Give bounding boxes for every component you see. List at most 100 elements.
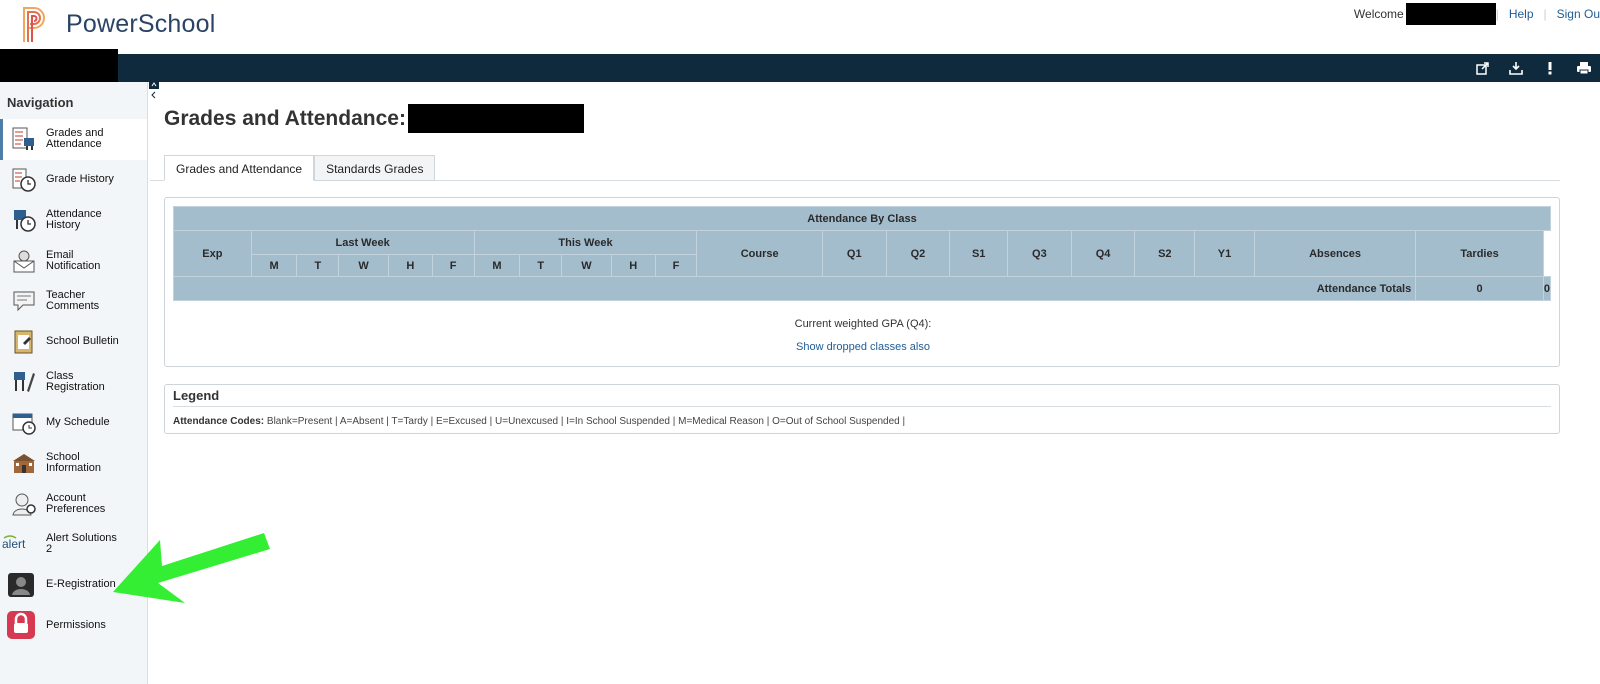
registration-icon: [10, 368, 38, 396]
sidebar-navigation: Navigation Grades and Attendance Grade H…: [0, 82, 148, 684]
brand-name: PowerSchool: [66, 9, 216, 38]
day-header: W: [561, 254, 612, 277]
user-links: Welcome | Help | Sign Ou: [1354, 2, 1600, 26]
nav-item-alert-solutions[interactable]: alert Alert Solutions 2: [0, 524, 147, 565]
day-header: H: [610, 254, 656, 277]
alert-logo-icon: alert: [2, 530, 38, 558]
nav-item-label: Attendance History: [46, 208, 102, 232]
attendance-codes-label: Attendance Codes:: [173, 416, 265, 427]
page-title-text: Grades and Attendance:: [164, 106, 406, 130]
nav-item-label: Email Notification: [46, 248, 101, 272]
col-absences: Absences: [1253, 230, 1417, 277]
attendance-table: Attendance By Class Exp Last Week This W…: [172, 206, 1552, 301]
top-toolbar: [0, 54, 1600, 82]
nav-item-label: Grades and Attendance: [46, 127, 104, 151]
nav-item-label: My Schedule: [46, 416, 110, 429]
print-icon[interactable]: [1574, 58, 1594, 78]
nav-item-e-registration[interactable]: E-Registration: [0, 565, 147, 606]
redacted-student-name: [407, 104, 584, 133]
external-link-icon[interactable]: [1472, 58, 1492, 78]
attendance-codes-text: Blank=Present | A=Absent | T=Tardy | E=E…: [266, 416, 906, 427]
col-q1: Q1: [821, 230, 887, 277]
attendance-panel: Attendance By Class Exp Last Week This W…: [164, 197, 1560, 367]
grades-icon: [10, 125, 38, 153]
download-icon[interactable]: [1506, 58, 1526, 78]
day-header: H: [387, 254, 433, 277]
toolbar-icons: [1472, 58, 1594, 78]
collapse-sidebar-icon[interactable]: [148, 80, 160, 100]
welcome-text: Welcome: [1353, 7, 1404, 21]
powerschool-logo[interactable]: PowerSchool: [20, 4, 216, 44]
col-course: Course: [696, 230, 823, 277]
col-exp: Exp: [173, 230, 252, 277]
lock-icon: [4, 611, 38, 640]
nav-item-label: School Bulletin: [46, 335, 119, 348]
weighted-gpa-label: Current weighted GPA (Q4):: [794, 318, 932, 330]
attendance-codes: Attendance Codes: Blank=Present | A=Abse…: [173, 416, 905, 427]
legend-panel: Legend Attendance Codes: Blank=Present |…: [164, 384, 1560, 434]
redacted-username: [1405, 3, 1496, 25]
col-s1: S1: [949, 230, 1009, 277]
grade-history-icon: [10, 166, 38, 194]
tab-grades-and-attendance[interactable]: Grades and Attendance: [164, 155, 315, 181]
show-dropped-classes-link[interactable]: Show dropped classes also: [165, 341, 1561, 353]
day-header: T: [296, 254, 340, 277]
school-icon: [10, 449, 38, 477]
table-caption: Attendance By Class: [173, 206, 1551, 231]
nav-item-label: Grade History: [46, 173, 114, 186]
day-header: M: [473, 254, 521, 277]
tab-standards-grades[interactable]: Standards Grades: [314, 155, 436, 181]
col-s2: S2: [1134, 230, 1196, 277]
powerschool-logo-icon: [23, 7, 45, 42]
tab-bar: Grades and Attendance Standards Grades: [164, 155, 436, 181]
day-header: W: [338, 254, 389, 277]
attendance-history-icon: [10, 206, 38, 234]
help-link[interactable]: Help: [1499, 7, 1544, 21]
page-title: Grades and Attendance:: [164, 104, 584, 133]
legend-title: Legend: [173, 388, 220, 403]
nav-item-grades-and-attendance[interactable]: Grades and Attendance: [0, 119, 147, 160]
nav-item-label: E-Registration: [46, 578, 116, 591]
divider: [173, 406, 1551, 407]
day-header: T: [519, 254, 563, 277]
sign-out-link[interactable]: Sign Ou: [1547, 7, 1600, 21]
nav-item-label: Class Registration: [46, 370, 105, 394]
day-header: F: [654, 254, 698, 277]
header: PowerSchool Welcome | Help | Sign Ou: [0, 0, 1600, 52]
bulletin-icon: [10, 328, 38, 356]
total-tardies[interactable]: 0: [1542, 276, 1552, 301]
account-icon: [10, 490, 38, 518]
nav-item-teacher-comments[interactable]: Teacher Comments: [0, 281, 147, 322]
nav-item-attendance-history[interactable]: Attendance History: [0, 200, 147, 241]
email-icon: [10, 247, 38, 275]
col-last-week: Last Week: [250, 230, 475, 255]
col-this-week: This Week: [473, 230, 698, 255]
col-q4: Q4: [1070, 230, 1136, 277]
total-absences[interactable]: 0: [1415, 276, 1544, 301]
navigation-title: Navigation: [7, 95, 74, 110]
nav-item-label: Account Preferences: [46, 491, 106, 515]
nav-item-label: Permissions: [46, 618, 106, 631]
col-q2: Q2: [885, 230, 951, 277]
col-y1: Y1: [1194, 230, 1255, 277]
nav-item-permissions[interactable]: Permissions: [0, 605, 147, 646]
col-q3: Q3: [1007, 230, 1072, 277]
nav-item-school-bulletin[interactable]: School Bulletin: [0, 322, 147, 363]
nav-item-school-information[interactable]: School Information: [0, 443, 147, 484]
e-registration-icon: [4, 571, 38, 599]
nav-item-label: School Information: [46, 451, 102, 475]
attendance-totals-label: Attendance Totals: [172, 276, 1417, 301]
svg-text:alert: alert: [2, 537, 26, 551]
redacted-school-name: [0, 49, 118, 82]
nav-item-class-registration[interactable]: Class Registration: [0, 362, 147, 403]
nav-item-grade-history[interactable]: Grade History: [0, 160, 147, 201]
nav-item-label: Teacher Comments: [46, 289, 100, 313]
schedule-icon: [10, 409, 38, 437]
nav-item-email-notification[interactable]: Email Notification: [0, 241, 147, 282]
nav-item-account-preferences[interactable]: Account Preferences: [0, 484, 147, 525]
col-tardies: Tardies: [1415, 230, 1544, 277]
nav-item-my-schedule[interactable]: My Schedule: [0, 403, 147, 444]
nav-item-label: Alert Solutions 2: [46, 532, 117, 556]
day-header: M: [250, 254, 298, 277]
alert-icon[interactable]: [1540, 58, 1560, 78]
